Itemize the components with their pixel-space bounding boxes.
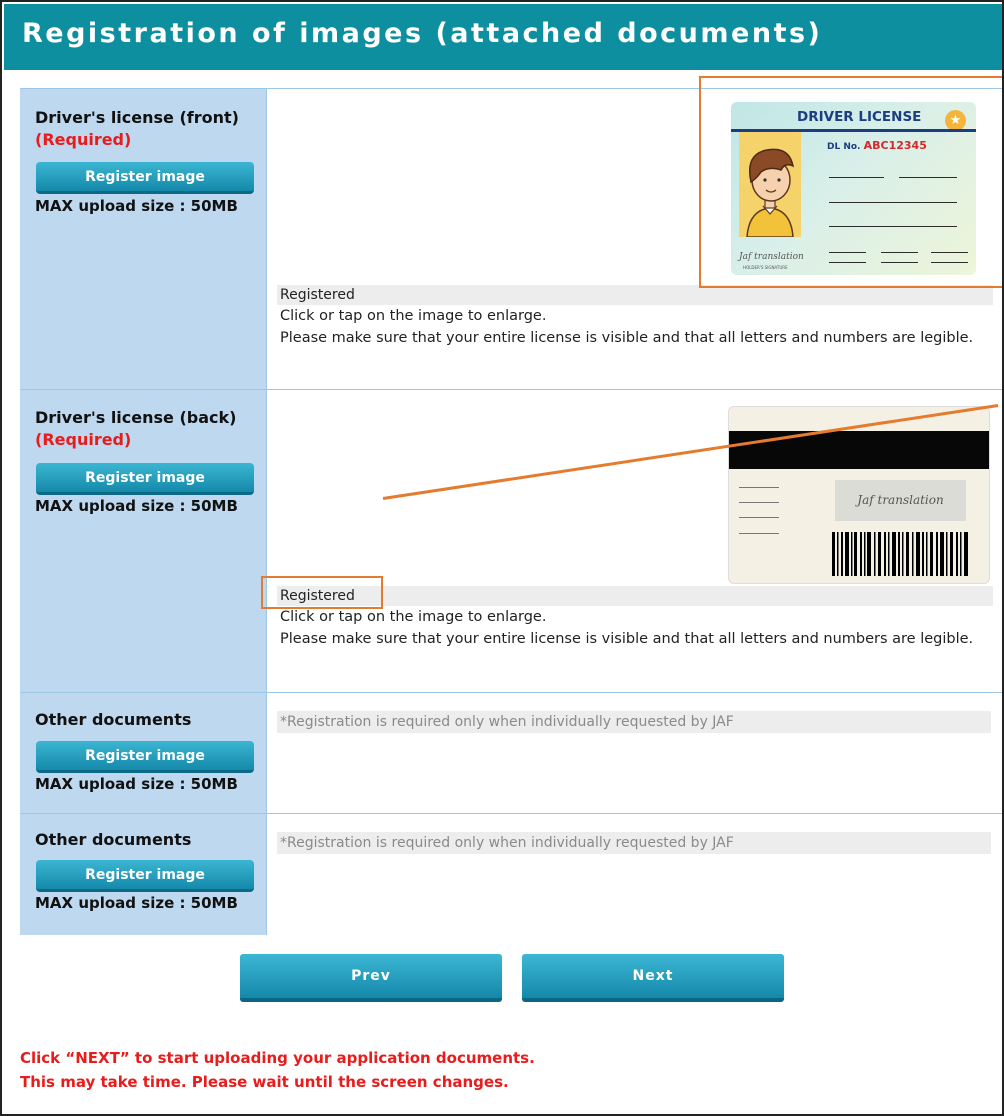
max-upload-size: MAX upload size : 50MB [35,894,238,912]
document-label-cell: Other documents Register image MAX uploa… [20,693,266,813]
document-row-other-1: Other documents Register image MAX uploa… [20,693,1002,814]
document-label-cell: Driver's license (back) (Required) Regis… [20,390,266,692]
enlarge-hint: Click or tap on the image to enlarge. [280,308,547,324]
next-button[interactable]: Next [522,954,784,1002]
front-image-highlight [699,76,1002,288]
registered-highlight [261,576,383,609]
document-label-cell: Other documents Register image MAX uploa… [20,814,266,935]
document-title: Driver's license (back) [35,408,237,427]
required-label: (Required) [35,130,132,149]
upload-notice-line-2: This may take time. Please wait until th… [20,1073,509,1091]
max-upload-size: MAX upload size : 50MB [35,497,238,515]
max-upload-size: MAX upload size : 50MB [35,197,238,215]
register-image-button[interactable]: Register image [36,741,254,773]
magnetic-stripe [729,431,989,469]
field-line [739,502,779,503]
page-frame: Registration of images (attached documen… [0,0,1004,1116]
registered-status: Registered [277,586,993,606]
register-image-button[interactable]: Register image [36,162,254,194]
enlarge-hint: Click or tap on the image to enlarge. [280,609,547,625]
field-line [739,533,779,534]
register-image-button[interactable]: Register image [36,463,254,495]
optional-note: *Registration is required only when indi… [277,711,991,733]
document-title: Driver's license (front) [35,108,239,127]
optional-note: *Registration is required only when indi… [277,832,991,854]
document-content-cell: *Registration is required only when indi… [266,814,1002,935]
field-line [739,517,779,518]
page-header: Registration of images (attached documen… [4,4,1002,70]
required-label: (Required) [35,430,132,449]
document-title: Other documents [35,830,192,849]
legibility-hint: Please make sure that your entire licens… [280,330,974,346]
barcode [832,532,968,576]
back-signature: Jaf translation [835,480,966,521]
upload-notice-line-1: Click “NEXT” to start uploading your app… [20,1049,535,1067]
document-title: Other documents [35,710,192,729]
document-row-other-2: Other documents Register image MAX uploa… [20,814,1002,935]
legibility-hint: Please make sure that your entire licens… [280,631,974,647]
prev-button[interactable]: Prev [240,954,502,1002]
document-content-cell: *Registration is required only when indi… [266,693,1002,813]
register-image-button[interactable]: Register image [36,860,254,892]
registered-status: Registered [277,285,993,305]
page-title: Registration of images (attached documen… [22,18,823,49]
document-label-cell: Driver's license (front) (Required) Regi… [20,89,266,389]
license-back-thumbnail[interactable]: Jaf translation [728,406,990,584]
max-upload-size: MAX upload size : 50MB [35,775,238,793]
field-line [739,487,779,488]
